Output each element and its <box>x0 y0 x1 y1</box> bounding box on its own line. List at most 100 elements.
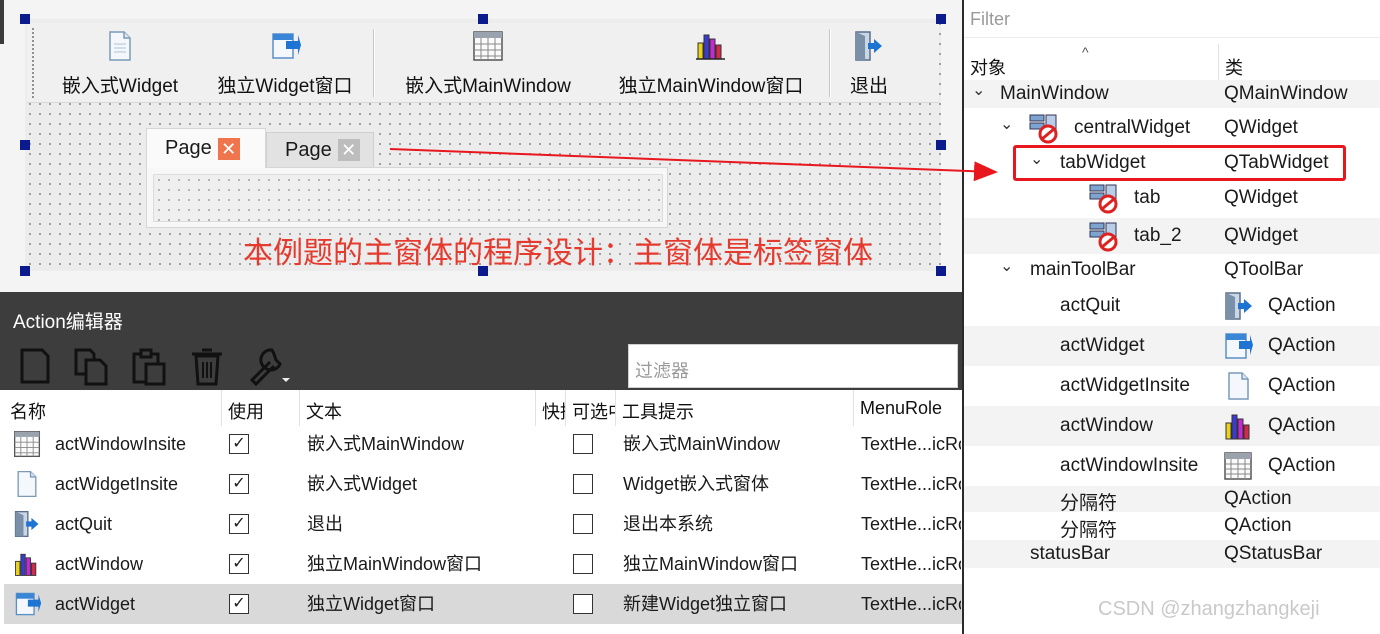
table-icon <box>13 430 41 458</box>
highlight-box <box>1013 145 1346 181</box>
widget-layout-broken-icon <box>1089 222 1118 252</box>
document-icon <box>17 470 37 498</box>
tree-row[interactable]: statusBar QStatusBar <box>964 540 1380 568</box>
selection-handle[interactable] <box>20 266 30 276</box>
column-header-object[interactable]: 对象 <box>964 44 1218 80</box>
object-class: QStatusBar <box>1224 543 1323 564</box>
toolbar-button-window-insite[interactable]: 嵌入式MainWindow <box>393 27 583 101</box>
exit-door-icon <box>855 31 882 61</box>
tree-row[interactable]: ⌄ MainWindow QMainWindow <box>964 80 1380 108</box>
tree-row[interactable]: actWindow QAction <box>964 406 1380 446</box>
selection-handle[interactable] <box>20 140 30 150</box>
table-row-selected[interactable]: actWidget ✓ 独立Widget窗口 新建Widget独立窗口 Text… <box>4 584 962 624</box>
tab-page-2[interactable]: Page ✕ <box>266 132 374 168</box>
column-header-used[interactable]: 使用 <box>222 390 300 426</box>
checkable-checkbox[interactable] <box>573 594 593 614</box>
checkable-checkbox[interactable] <box>573 434 593 454</box>
configure-wrench-icon[interactable] <box>246 346 292 386</box>
checkable-checkbox[interactable] <box>573 554 593 574</box>
tab-page-content[interactable] <box>153 174 663 222</box>
toolbar-separator <box>829 29 831 97</box>
chevron-down-icon[interactable]: ⌄ <box>1000 114 1013 134</box>
tree-row[interactable]: 分隔符 QAction <box>964 512 1380 541</box>
column-header-class[interactable]: 类 <box>1218 44 1380 80</box>
watermark-text: CSDN @zhangzhangkeji <box>1098 598 1320 620</box>
used-checkbox[interactable]: ✓ <box>229 554 249 574</box>
object-name: MainWindow <box>1000 83 1109 104</box>
used-checkbox[interactable]: ✓ <box>229 434 249 454</box>
selection-handle[interactable] <box>478 14 488 24</box>
object-name: centralWidget <box>1074 117 1191 138</box>
delete-icon[interactable] <box>188 346 226 386</box>
tab-page-1[interactable]: Page ✕ <box>146 128 266 168</box>
tree-row[interactable]: ⌄ centralWidget QWidget <box>964 110 1380 146</box>
object-filter-input[interactable]: Filter <box>964 0 1380 38</box>
action-editor-title: Action编辑器 <box>0 292 962 342</box>
chevron-down-icon[interactable]: ⌄ <box>972 80 985 100</box>
selection-handle[interactable] <box>936 266 946 276</box>
chevron-down-icon[interactable]: ⌄ <box>1000 256 1013 276</box>
tree-row[interactable]: actQuit QAction <box>964 286 1380 326</box>
tab-widget[interactable]: Page ✕ Page ✕ <box>146 128 668 228</box>
column-header-tooltip[interactable]: 工具提示 <box>616 390 854 426</box>
table-icon <box>473 31 503 61</box>
copy-icon[interactable] <box>72 346 110 386</box>
tree-row[interactable]: actWidget QAction <box>964 326 1380 366</box>
action-text: 独立Widget窗口 <box>307 594 436 614</box>
column-header-text[interactable]: 文本 <box>300 390 536 426</box>
toolbar-button-quit[interactable]: 退出 <box>843 27 895 101</box>
toolbar-button-widget-insite[interactable]: 嵌入式Widget <box>53 27 187 101</box>
action-text: 嵌入式Widget <box>307 474 418 494</box>
object-name: actWidget <box>1060 335 1145 356</box>
tree-row[interactable]: ⌄ mainToolBar QToolBar <box>964 256 1380 284</box>
object-name: 分隔符 <box>1060 520 1118 541</box>
action-menurole: TextHe...icRole <box>861 434 961 454</box>
toolbar-button-window[interactable]: 独立MainWindow窗口 <box>605 27 817 101</box>
action-menurole: TextHe...icRole <box>861 554 961 574</box>
column-header-menurole[interactable]: MenuRole <box>854 390 962 426</box>
new-icon[interactable] <box>16 346 54 386</box>
close-tab-icon[interactable]: ✕ <box>337 139 360 161</box>
table-row[interactable]: actQuit ✓ 退出 退出本系统 TextHe...icRole <box>4 504 962 544</box>
action-text: 嵌入式MainWindow <box>307 434 465 454</box>
action-text: 退出 <box>307 514 343 534</box>
toolbar-grip-handle[interactable] <box>31 27 36 99</box>
selection-handle[interactable] <box>20 14 30 24</box>
selection-handle[interactable] <box>478 266 488 276</box>
widget-layout-broken-icon <box>1089 184 1118 214</box>
table-row[interactable]: actWindow ✓ 独立MainWindow窗口 独立MainWindow窗… <box>4 544 962 584</box>
toolbar-button-label: 独立Widget窗口 <box>217 76 353 97</box>
action-name: actWindowInsite <box>55 434 187 454</box>
exit-door-icon <box>14 510 39 538</box>
table-row[interactable]: actWindowInsite ✓ 嵌入式MainWindow 嵌入式MainW… <box>4 424 962 464</box>
used-checkbox[interactable]: ✓ <box>229 474 249 494</box>
action-name: actWidget <box>55 594 136 614</box>
object-class: QWidget <box>1224 225 1298 246</box>
tree-row[interactable]: tab_2 QWidget <box>964 218 1380 254</box>
action-menurole: TextHe...icRole <box>861 514 961 534</box>
selection-handle[interactable] <box>936 14 946 24</box>
table-row[interactable]: actWidgetInsite ✓ 嵌入式Widget Widget嵌入式窗体 … <box>4 464 962 504</box>
object-name: tab <box>1134 187 1161 208</box>
tree-row[interactable]: 分隔符 QAction <box>964 486 1380 514</box>
close-tab-icon[interactable]: ✕ <box>217 137 240 160</box>
object-name: actWindow <box>1060 415 1153 436</box>
tree-row[interactable]: actWindowInsite QAction <box>964 446 1380 486</box>
tab-pane <box>146 167 668 228</box>
column-header-checkable[interactable]: 可选中 <box>566 390 616 426</box>
checkable-checkbox[interactable] <box>573 514 593 534</box>
tree-row[interactable]: tab QWidget <box>964 180 1380 216</box>
selection-handle[interactable] <box>936 140 946 150</box>
used-checkbox[interactable]: ✓ <box>229 594 249 614</box>
column-header-shortcut[interactable]: 快捷 <box>536 390 566 426</box>
tree-row[interactable]: actWidgetInsite QAction <box>964 366 1380 406</box>
action-filter-input[interactable]: 过滤器 <box>628 344 958 388</box>
object-name: 分隔符 <box>1060 493 1118 514</box>
object-class: QToolBar <box>1224 259 1304 280</box>
toolbar-button-widget[interactable]: 独立Widget窗口 <box>207 27 363 101</box>
checkable-checkbox[interactable] <box>573 474 593 494</box>
used-checkbox[interactable]: ✓ <box>229 514 249 534</box>
paste-icon[interactable] <box>130 346 168 386</box>
tab-label: Page <box>285 138 332 161</box>
column-header-name[interactable]: 名称 <box>4 390 222 426</box>
